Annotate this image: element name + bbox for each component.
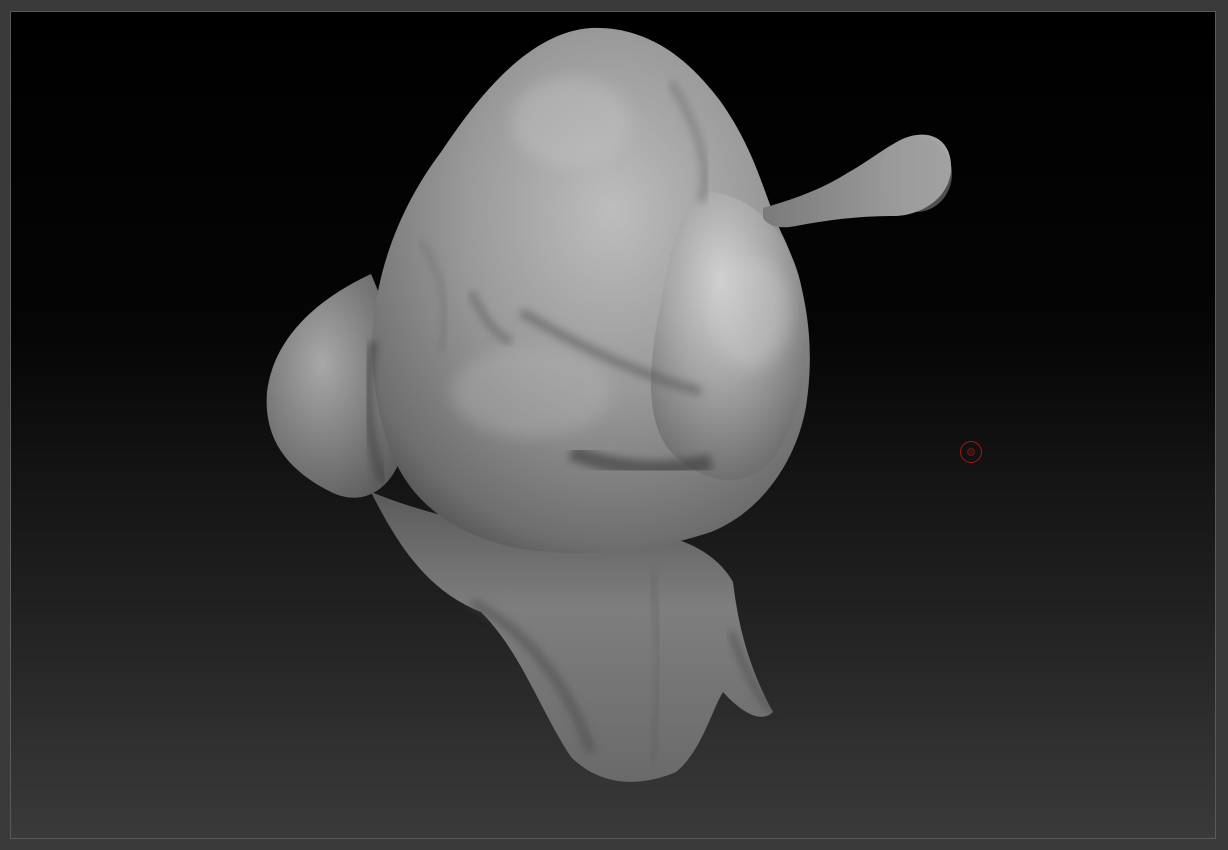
- sculpt-model[interactable]: [11, 12, 1216, 839]
- app-window: [0, 0, 1228, 850]
- brush-center-icon: [967, 448, 975, 456]
- canvas-viewport[interactable]: [10, 11, 1216, 839]
